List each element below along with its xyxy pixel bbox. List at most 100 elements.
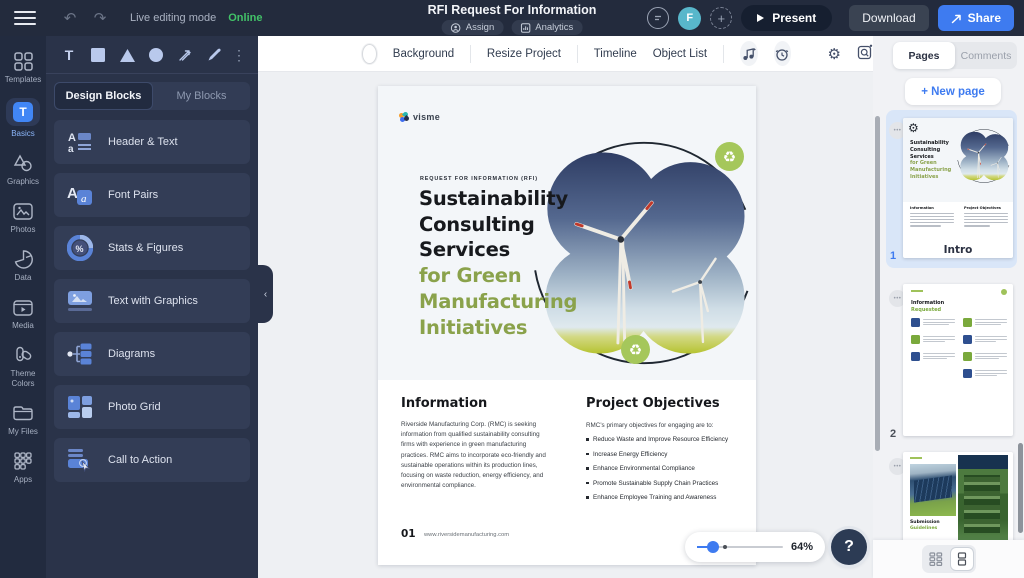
new-page-button[interactable]: + New page [905, 78, 1001, 105]
design-block-photo-grid[interactable]: Photo Grid [54, 385, 250, 429]
pen-tool-button[interactable] [201, 43, 227, 67]
redo-icon[interactable]: ↷ [90, 9, 110, 27]
tab-design-blocks[interactable]: Design Blocks [54, 82, 153, 110]
project-title[interactable]: RFI Request For Information [428, 3, 597, 17]
zoom-slider[interactable] [697, 546, 783, 548]
comments-button[interactable] [647, 7, 669, 29]
background-button[interactable]: Background [393, 48, 454, 60]
folder-icon [13, 402, 33, 424]
toolbar-divider [470, 45, 471, 63]
circle-tool-button[interactable] [143, 43, 169, 67]
help-button[interactable]: ? [831, 529, 867, 565]
analytics-button[interactable]: Analytics [511, 20, 582, 35]
canvas-area: Background Resize Project Timeline Objec… [258, 36, 873, 578]
kebab-icon: ⋮ [232, 47, 246, 63]
view-toggle-list[interactable] [950, 547, 974, 571]
text-t-icon: T [6, 98, 40, 126]
avatar[interactable]: F [678, 7, 701, 30]
visme-editor: ↶ ↷ Live editing mode Online RFI Request… [0, 0, 1024, 578]
design-block-header-text[interactable]: Aa Header & Text [54, 120, 250, 164]
resize-project-button[interactable]: Resize Project [487, 48, 561, 60]
sidebar-item-label: Graphics [7, 177, 39, 187]
assign-person-icon [451, 23, 461, 33]
info-paragraph[interactable]: Riverside Manufacturing Corp. (RMC) is s… [401, 420, 553, 491]
view-toggle-grid[interactable] [924, 547, 948, 571]
zoom-slider-handle[interactable] [707, 541, 719, 553]
download-button[interactable]: Download [849, 5, 928, 31]
sidebar-item-apps[interactable]: Apps [0, 444, 46, 492]
sidebar-item-data[interactable]: Data [0, 242, 46, 290]
settings-button[interactable]: ⚙ [828, 45, 841, 63]
svg-text:%: % [76, 244, 84, 254]
pen-icon [206, 47, 222, 63]
arrow-tool-button[interactable] [172, 43, 198, 67]
text-tool-button[interactable]: T [56, 43, 82, 67]
templates-grid-icon [14, 50, 33, 72]
thumb-logo [911, 290, 923, 292]
objectives-list[interactable]: Reduce Waste and Improve Resource Effici… [586, 436, 746, 509]
document-title[interactable]: Sustainability Consulting Services for G… [419, 186, 577, 340]
info-heading[interactable]: Information [401, 396, 487, 411]
objective-item: Reduce Waste and Improve Resource Effici… [586, 436, 746, 443]
square-tool-button[interactable] [85, 43, 111, 67]
thumb-heading: Submission Guidelines [910, 520, 940, 532]
document-page[interactable]: visme ♻ ♻ REQUEST FOR INFORMATION (RFI) … [378, 86, 756, 565]
timer-button[interactable] [774, 41, 792, 66]
objectives-intro[interactable]: RMC's primary objectives for engaging ar… [586, 422, 714, 429]
canvas-body[interactable]: ‹ visme ♻ ♻ REQUEST FOR INFORMATION (RFI… [258, 72, 873, 578]
sidebar-item-label: Media [12, 321, 34, 331]
play-icon [757, 14, 764, 22]
sidebar-item-theme-colors[interactable]: Theme Colors [0, 338, 46, 396]
panel-collapse-handle[interactable]: ‹ [258, 265, 273, 323]
design-block-call-to-action[interactable]: Call to Action [54, 438, 250, 482]
share-button[interactable]: Share [938, 5, 1014, 31]
sidebar-item-basics[interactable]: T Basics [0, 92, 46, 146]
tab-label: Pages [909, 50, 940, 62]
live-editing-label: Live editing mode [130, 12, 216, 24]
sidebar-item-templates[interactable]: Templates [0, 44, 46, 92]
object-list-button[interactable]: Object List [653, 48, 707, 60]
canvas-scrollbar[interactable] [875, 116, 880, 451]
design-block-text-with-graphics[interactable]: Text with Graphics [54, 279, 250, 323]
plus-icon: + [717, 11, 725, 26]
page-number: 2 [890, 428, 896, 440]
pages-scrollbar[interactable] [1018, 443, 1023, 533]
design-block-stats-figures[interactable]: % Stats & Figures [54, 226, 250, 270]
sidebar-item-my-files[interactable]: My Files [0, 396, 46, 444]
sidebar-item-graphics[interactable]: Graphics [0, 146, 46, 194]
zoom-value: 64% [791, 541, 813, 553]
present-button[interactable]: Present [741, 5, 832, 31]
assign-label: Assign [466, 22, 495, 33]
dots-icon: ••• [894, 464, 902, 470]
green-building-photo [958, 455, 1008, 541]
preview-button[interactable] [857, 44, 873, 63]
undo-icon[interactable]: ↶ [60, 9, 80, 27]
zoom-fit-marker [723, 545, 727, 549]
pages-tab-bar: Pages Comments [893, 42, 1017, 69]
add-collaborator-button[interactable]: + [710, 7, 732, 29]
design-block-font-pairs[interactable]: Aa Font Pairs [54, 173, 250, 217]
tab-pages[interactable]: Pages [893, 42, 955, 69]
background-color-swatch[interactable] [362, 44, 377, 64]
font-pairs-icon: Aa [65, 182, 95, 208]
more-tools-button[interactable]: ⋮ [232, 47, 246, 64]
objectives-heading[interactable]: Project Objectives [586, 396, 720, 411]
assign-button[interactable]: Assign [442, 20, 504, 35]
rfi-eyebrow[interactable]: REQUEST FOR INFORMATION (RFI) [420, 176, 538, 182]
tab-comments[interactable]: Comments [955, 42, 1017, 69]
objective-item: Enhance Employee Training and Awareness [586, 494, 746, 501]
sidebar-item-label: Photos [11, 225, 36, 235]
page-thumbnail-1[interactable]: ••• ⚙ SustainabilityConsultingServices f… [886, 110, 1017, 268]
sidebar-item-media[interactable]: Media [0, 290, 46, 338]
music-button[interactable] [740, 41, 758, 66]
hamburger-menu-icon[interactable] [14, 11, 36, 25]
website-url: www.riversidemanufacturing.com [424, 532, 509, 538]
sidebar-item-photos[interactable]: Photos [0, 194, 46, 242]
tab-my-blocks[interactable]: My Blocks [153, 82, 250, 110]
thumb-cover-image [956, 127, 1012, 185]
page-thumbnail-2[interactable]: ••• Information Requested [886, 278, 1017, 446]
design-block-diagrams[interactable]: Diagrams [54, 332, 250, 376]
triangle-tool-button[interactable] [114, 43, 140, 67]
page-settings-gear-icon[interactable]: ⚙ [908, 121, 919, 135]
timeline-button[interactable]: Timeline [594, 48, 637, 60]
